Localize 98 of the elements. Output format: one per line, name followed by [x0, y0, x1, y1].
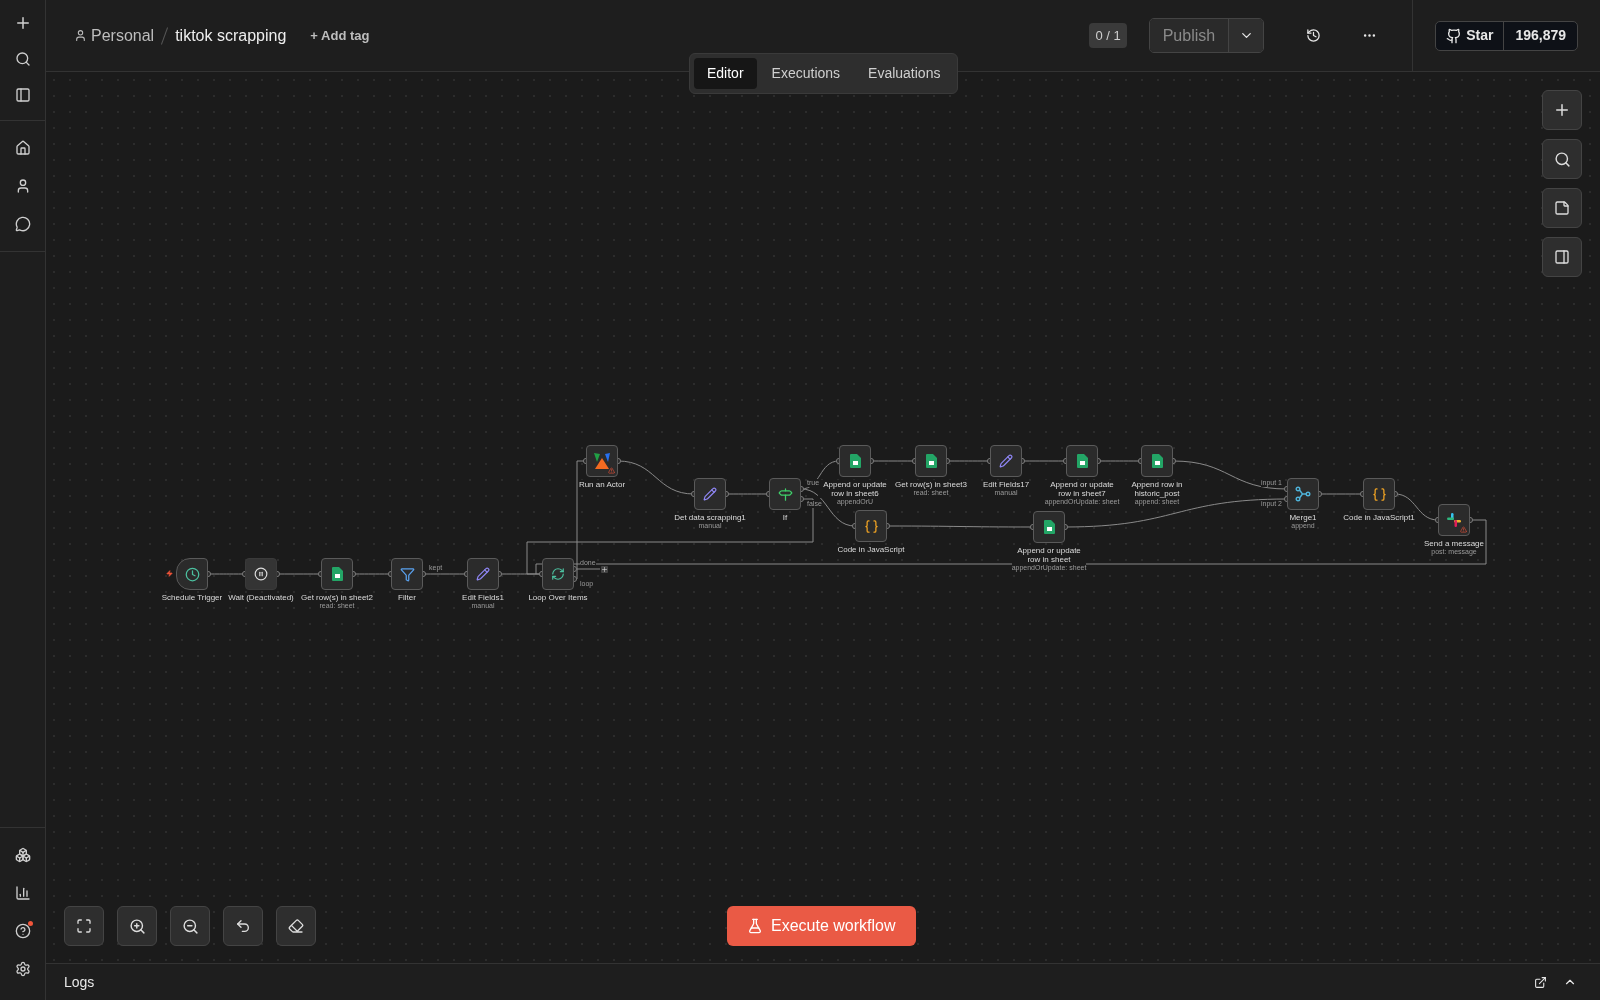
add-node-icon[interactable]	[601, 565, 608, 573]
plus-icon	[1553, 101, 1571, 119]
external-link-icon	[1533, 975, 1547, 989]
workflow-node[interactable]	[1438, 504, 1470, 536]
flask-icon	[747, 918, 763, 934]
boxes-icon	[14, 847, 31, 863]
workflow-node[interactable]	[1287, 478, 1319, 510]
node-label: Det data scrapping1	[674, 513, 746, 522]
workflow-node[interactable]	[586, 445, 618, 477]
workflow-node[interactable]	[1141, 445, 1173, 477]
sticky-note-icon	[1554, 200, 1570, 216]
project-link[interactable]: Personal	[91, 23, 155, 48]
workflow-node[interactable]	[467, 558, 499, 590]
node-label: Send a message	[1423, 539, 1484, 548]
pencil-icon	[476, 567, 490, 581]
panel-icon	[14, 87, 31, 103]
pencil-icon	[703, 487, 717, 501]
clear-button[interactable]	[276, 906, 316, 946]
node-label: Merge1	[1289, 513, 1317, 522]
clock-icon	[184, 566, 200, 582]
github-star-button[interactable]: Star	[1436, 21, 1504, 50]
search-button[interactable]	[1542, 139, 1582, 179]
add-node-button[interactable]	[1542, 90, 1582, 130]
spreadsheet-icon	[925, 454, 937, 468]
workflow-node[interactable]	[391, 558, 423, 590]
pause-icon	[254, 567, 268, 581]
node-label: Filter	[398, 593, 416, 602]
node-label: Edit Fields1	[462, 593, 504, 602]
version-badge: 0 / 1	[1089, 22, 1127, 49]
node-label: Code in JavaScript1	[1343, 513, 1415, 522]
workflow-node[interactable]	[855, 510, 887, 542]
view-tab[interactable]: Evaluations	[855, 58, 954, 89]
github-star-widget[interactable]: Star 196,879	[1435, 20, 1578, 51]
node-label: Run an Actor	[578, 480, 626, 489]
workflow-node[interactable]	[542, 558, 574, 590]
history-icon	[1305, 28, 1321, 43]
triangles-logo-icon	[593, 452, 611, 470]
workflow-node[interactable]	[694, 478, 726, 510]
workflow-node[interactable]	[1066, 445, 1098, 477]
spreadsheet-icon	[849, 454, 861, 468]
node-label: Schedule Trigger	[161, 593, 223, 602]
user-icon	[74, 29, 87, 42]
fit-view-button[interactable]	[64, 906, 104, 946]
zoom-out-button[interactable]	[170, 906, 210, 946]
sticky-note-button[interactable]	[1542, 188, 1582, 228]
panel-icon	[1554, 249, 1570, 265]
node-label: Loop Over Items	[528, 593, 588, 602]
zoom-in-icon	[128, 917, 146, 935]
search-icon	[14, 51, 31, 67]
workflow-node[interactable]	[839, 445, 871, 477]
lightning-icon	[166, 570, 173, 577]
zoom-in-button[interactable]	[117, 906, 157, 946]
settings-icon	[14, 961, 31, 977]
help-icon	[14, 923, 31, 939]
merge-icon	[1295, 486, 1311, 502]
node-label: Append or update row in sheet	[1012, 546, 1086, 564]
view-tab[interactable]: Executions	[758, 58, 854, 89]
workflow-node[interactable]	[1363, 478, 1395, 510]
braces-icon	[863, 518, 879, 534]
braces-icon	[1371, 486, 1387, 502]
home-icon	[14, 140, 31, 156]
node-label: Get row(s) in sheet2	[301, 593, 373, 602]
spreadsheet-icon	[1076, 454, 1088, 468]
undo-button[interactable]	[223, 906, 263, 946]
node-label: Get row(s) in sheet3	[895, 480, 967, 489]
spreadsheet-icon	[331, 567, 343, 581]
spreadsheet-icon	[1043, 520, 1055, 534]
eraser-icon	[288, 918, 304, 934]
chat-icon	[14, 216, 31, 232]
publish-button[interactable]: Publish	[1149, 19, 1229, 52]
workflow-node[interactable]	[990, 445, 1022, 477]
node-label: Edit Fields17	[982, 480, 1030, 489]
bar-chart-icon	[14, 885, 31, 901]
zoom-out-icon	[181, 917, 199, 935]
workflow-node[interactable]	[176, 558, 208, 590]
undo-icon	[235, 918, 251, 934]
workflow-node[interactable]	[321, 558, 353, 590]
search-icon	[1553, 150, 1571, 168]
add-tag-button[interactable]: + Add tag	[310, 25, 370, 46]
signpost-icon	[777, 486, 793, 502]
node-label: If	[782, 513, 788, 522]
pencil-icon	[999, 454, 1013, 468]
panel-toggle-button[interactable]	[1542, 237, 1582, 277]
github-icon	[1446, 27, 1463, 44]
logs-title: Logs	[64, 972, 95, 992]
loop-icon	[551, 567, 565, 581]
node-label: Code in JavaScript	[837, 545, 905, 554]
fit-view-icon	[76, 918, 92, 934]
view-tab[interactable]: Editor	[694, 58, 757, 89]
workflow-node[interactable]	[915, 445, 947, 477]
hash-logo-icon	[1446, 512, 1462, 528]
workflow-node[interactable]	[769, 478, 801, 510]
node-label: Wait (Deactivated)	[228, 593, 294, 602]
spreadsheet-icon	[1151, 454, 1163, 468]
workflow-name[interactable]: tiktok scrapping	[175, 23, 287, 48]
filter-icon	[399, 566, 415, 582]
workflow-node[interactable]	[1033, 511, 1065, 543]
star-count: 196,879	[1503, 21, 1577, 50]
